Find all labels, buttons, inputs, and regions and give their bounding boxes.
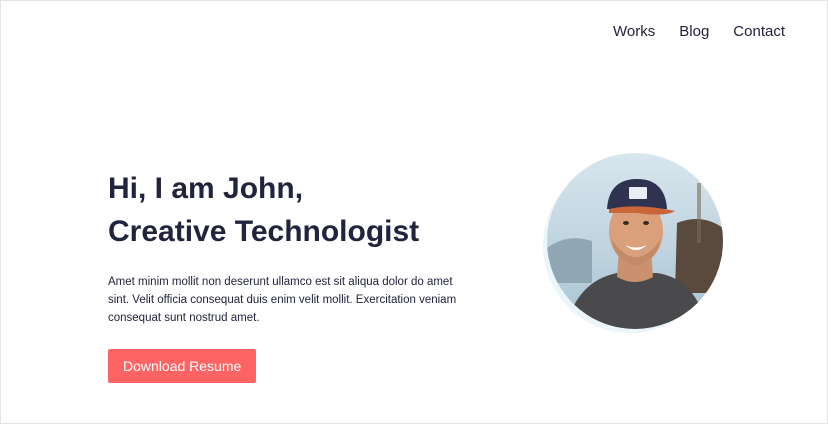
avatar	[547, 153, 723, 329]
profile-photo-wrapper	[543, 153, 723, 333]
download-resume-button[interactable]: Download Resume	[108, 349, 257, 383]
page: Works Blog Contact Hi, I am John, Creati…	[0, 0, 828, 424]
nav-link-contact[interactable]: Contact	[733, 22, 785, 42]
hero-title-line1: Hi, I am John,	[108, 172, 304, 205]
profile-photo	[547, 153, 723, 329]
hero-section: Hi, I am John, Creative Technologist Ame…	[108, 167, 478, 383]
hero-title-line2: Creative Technologist	[108, 215, 420, 248]
hero-description: Amet minim mollit non deserunt ullamco e…	[108, 276, 457, 324]
nav-link-works[interactable]: Works	[613, 22, 655, 42]
top-nav: Works Blog Contact	[613, 22, 785, 42]
nav-link-blog[interactable]: Blog	[679, 22, 709, 42]
hero-title: Hi, I am John, Creative Technologist	[108, 167, 478, 253]
